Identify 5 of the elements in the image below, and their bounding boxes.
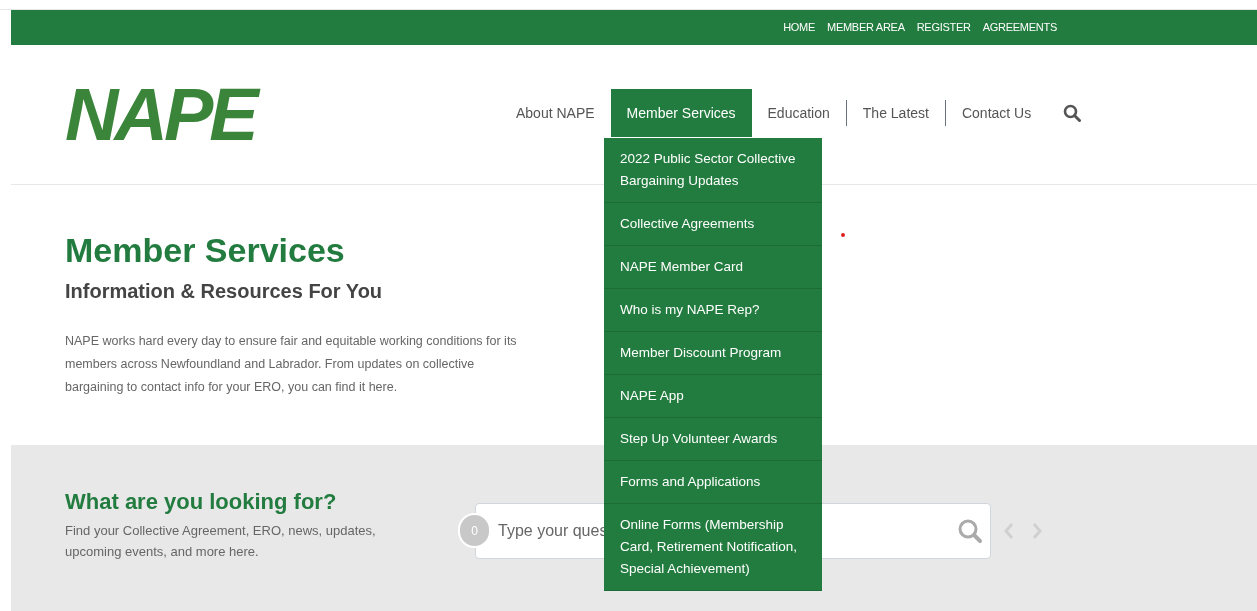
- section-title: What are you looking for?: [65, 488, 338, 516]
- section-text: Find your Collective Agreement, ERO, news, updates, upcoming events, and more here.: [65, 522, 377, 561]
- intro-paragraph: NAPE works hard every day to ensure fair and equitable working conditions for its members across Newfoundland and Labrador. From updates on collective bargaining to contact info for your ERO, you can find it here.: [65, 332, 518, 396]
- page-subtitle: Information & Resources For You: [65, 278, 384, 304]
- page-title: Member Services: [65, 230, 345, 271]
